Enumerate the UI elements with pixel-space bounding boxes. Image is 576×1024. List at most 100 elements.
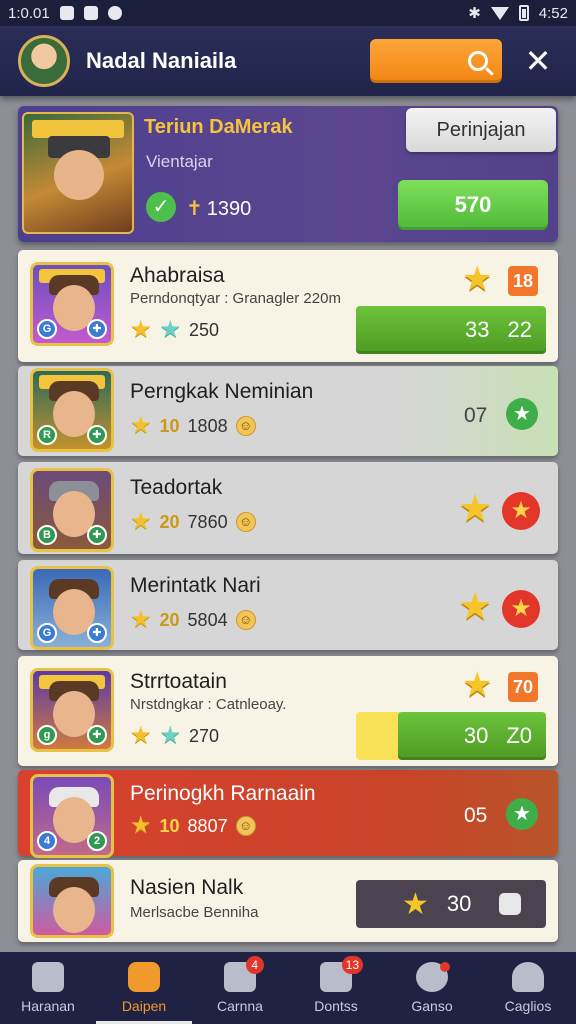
item-title: Nasien Nalk: [130, 876, 244, 899]
close-button[interactable]: ✕: [518, 41, 558, 81]
emoji-icon: ☺: [235, 416, 256, 436]
featured-card[interactable]: Teriun DaMerak Vientajar ✓ ✝ 1390 Perinja…: [18, 106, 558, 242]
shield-icon: [107, 6, 122, 20]
item-thumbnail: G ✚: [30, 262, 114, 346]
featured-score: ✝ 1390: [186, 196, 251, 221]
list-item[interactable]: G ✚ Merintatk Nari ★ 20 5804 ☺ ★ ★: [18, 560, 558, 650]
item-subtitle: Nrstdngkar : Catnleoay.: [130, 696, 287, 713]
item-thumbnail: G ✚: [30, 566, 114, 650]
featured-value-button[interactable]: 570: [398, 180, 548, 230]
item-thumbnail: R ✚: [30, 368, 114, 452]
emoji-icon: ☺: [235, 512, 256, 532]
badge-icon: B: [37, 525, 57, 545]
item-meta: ★ ★ 250: [130, 318, 219, 342]
item-right-value: 05: [464, 804, 488, 827]
home-icon: [32, 962, 64, 992]
notification-badge: 4: [245, 956, 264, 974]
badge-icon: ✚: [87, 525, 107, 545]
reward-button[interactable]: ★ 30: [356, 880, 546, 928]
camera-icon: [83, 6, 98, 20]
star-teal-icon: ★: [159, 722, 182, 749]
item-meta: ★ 20 5804 ☺: [130, 608, 256, 632]
nav-label: Caglios: [504, 998, 552, 1014]
reward-value: 30: [446, 891, 472, 916]
item-score: 270: [189, 725, 220, 746]
featured-score-value: 1390: [206, 198, 252, 220]
star-icon: ★: [130, 316, 152, 343]
app-header: Nadal Naniaila ✕: [0, 26, 576, 96]
avatar[interactable]: [18, 35, 70, 87]
badge-icon: 4: [37, 831, 57, 851]
nav-item-ball[interactable]: Ganso: [384, 952, 480, 1024]
item-level: 20: [159, 609, 180, 630]
list-item[interactable]: B ✚ Teadortak ★ 20 7860 ☺ ★ ★: [18, 462, 558, 554]
item-title: Perngkak Neminian: [130, 380, 314, 403]
status-time: 1:0.01: [8, 4, 50, 22]
item-thumbnail: B ✚: [30, 468, 114, 552]
profile-icon: [512, 962, 544, 992]
star-teal-icon: ★: [159, 316, 182, 343]
list-item[interactable]: G ✚ Ahabraisa Perndonqtyar : Granagler 2…: [18, 250, 558, 362]
nav-item-home[interactable]: Haranan: [0, 952, 96, 1024]
progress-button[interactable]: 30 Z0: [398, 712, 546, 760]
thumbnail-character: [54, 150, 104, 200]
progress-button[interactable]: 33 22: [356, 306, 546, 354]
bar-value-b: 22: [507, 317, 532, 342]
nav-item-mail[interactable]: 13 Dontss: [288, 952, 384, 1024]
badge-icon: R: [37, 425, 57, 445]
star-icon: ★: [130, 606, 152, 633]
star-badge-icon[interactable]: ★: [506, 798, 538, 830]
item-thumbnail: 4 2: [30, 774, 114, 858]
close-icon: ✕: [524, 43, 552, 79]
star-icon: ★: [458, 488, 493, 530]
status-bar: 1:0.01 ✱ 4:52: [0, 0, 576, 26]
emoji-icon: ☺: [235, 816, 256, 836]
emoji-icon: ☺: [235, 610, 256, 630]
bottom-nav: Haranan Daipen 4 Carnna 13 Dontss Ganso …: [0, 952, 576, 1024]
count-badge: 18: [508, 266, 538, 296]
bar-value-a: 30: [463, 723, 489, 748]
item-meta: ★ 20 7860 ☺: [130, 510, 256, 534]
nav-item-shop[interactable]: Daipen: [96, 952, 192, 1024]
nav-label: Ganso: [411, 998, 453, 1014]
shop-icon: [128, 962, 160, 992]
item-level: 10: [159, 415, 180, 436]
nav-item-game[interactable]: 4 Carnna: [192, 952, 288, 1024]
item-thumbnail: g ✚: [30, 668, 114, 752]
star-icon: ★: [458, 586, 493, 628]
item-title: Teadortak: [130, 476, 223, 499]
item-subtitle: Perndonqtyar : Granagler 220m: [130, 290, 341, 307]
featured-thumbnail: [22, 112, 134, 234]
badge-icon: G: [37, 319, 57, 339]
item-meta: ★ ★ 270: [130, 724, 219, 748]
badge-icon: ✚: [87, 425, 107, 445]
list-item[interactable]: R ✚ Perngkak Neminian ★ 10 1808 ☺ 07 ★: [18, 366, 558, 456]
list-item[interactable]: 4 2 Perinogkh Rarnaain ★ 10 8807 ☺ 05 ★: [18, 770, 558, 858]
featured-subtitle: Vientajar: [146, 152, 213, 171]
favorite-star-button[interactable]: ★: [502, 590, 540, 628]
bar-value-a: 33: [465, 317, 490, 342]
bar-value-b: Z0: [506, 723, 532, 748]
badge-icon: ✚: [87, 725, 107, 745]
favorite-star-button[interactable]: ★: [502, 492, 540, 530]
star-badge-icon[interactable]: ★: [506, 398, 538, 430]
featured-action-button[interactable]: Perinjajan: [406, 108, 556, 152]
search-button[interactable]: [370, 39, 502, 83]
gallery-icon: [59, 6, 74, 20]
item-title: Perinogkh Rarnaain: [130, 782, 316, 805]
list-item[interactable]: g ✚ Strrtoatain Nrstdngkar : Catnleoay. …: [18, 656, 558, 766]
star-icon: ★: [130, 812, 152, 839]
nav-item-profile[interactable]: Caglios: [480, 952, 576, 1024]
item-meta: ★ 10 1808 ☺: [130, 414, 256, 438]
notification-badge: 13: [341, 956, 364, 974]
star-icon: ★: [402, 887, 429, 921]
wifi-icon: [490, 6, 509, 20]
item-level: 10: [159, 815, 180, 836]
notification-dot: [439, 962, 450, 972]
item-thumbnail: [30, 864, 114, 938]
nav-label: Daipen: [121, 998, 167, 1014]
badge-icon: ✚: [87, 319, 107, 339]
item-title: Ahabraisa: [130, 264, 225, 287]
list-item[interactable]: Nasien Nalk Merlsacbe Benniha ★ 30: [18, 860, 558, 942]
nav-label: Carnna: [217, 998, 263, 1014]
